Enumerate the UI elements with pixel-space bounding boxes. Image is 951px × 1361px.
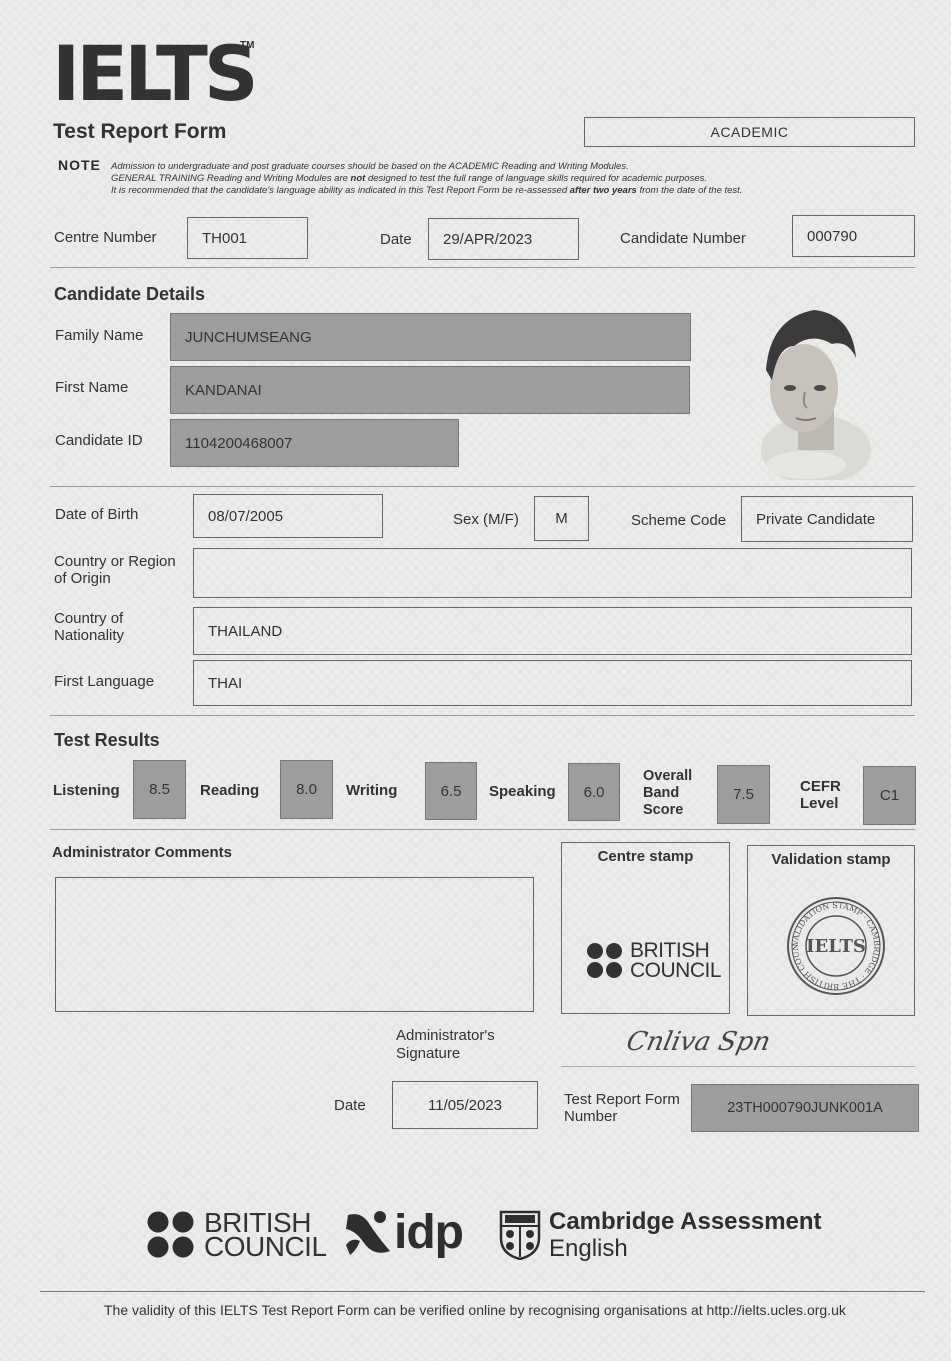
candidate-id-label: Candidate ID [55,432,143,449]
centre-number-field: TH001 [187,217,308,259]
cefr-level-value: C1 [863,766,916,825]
ielts-logo: IELTS [52,29,259,118]
divider [50,715,915,716]
first-language-field: THAI [193,660,912,706]
first-language-label: First Language [54,673,155,690]
validation-stamp-center-text: IELTS [806,936,866,957]
verification-text: The validity of this IELTS Test Report F… [104,1302,846,1318]
country-origin-field [193,548,912,598]
module-field: ACADEMIC [584,117,915,147]
overall-band-score: 7.5 [717,765,770,824]
trademark-mark: TM [240,40,255,51]
british-council-stamp: BRITISH COUNCIL [586,940,722,981]
form-title: Test Report Form [53,120,227,143]
listening-label: Listening [53,782,120,799]
british-council-dots-icon [587,943,622,978]
validation-stamp-seal-icon: VALIDATION STAMP · CAMBRIDGE · THE BRITI… [784,894,885,995]
speaking-score: 6.0 [568,763,620,821]
trf-number-label: Test Report Form Number [564,1091,680,1125]
idp-logo: idp [344,1207,464,1259]
admin-comments-label: Administrator Comments [52,844,233,861]
note-text: Admission to undergraduate and post grad… [111,161,851,197]
sex-field: M [534,496,589,541]
idp-mark-icon [346,1211,390,1255]
nationality-field: THAILAND [193,607,912,655]
divider [50,267,915,268]
first-name-field: KANDANAI [170,366,690,414]
cefr-level-label: CEFR Level [800,778,841,812]
issue-date-label: Date [334,1097,366,1114]
sex-label: Sex (M/F) [453,511,519,528]
overall-band-label: Overall Band Score [643,768,693,818]
candidate-photo [761,310,871,480]
centre-stamp-box: Centre stamp BRITISH COUNCIL [561,842,730,1014]
note-label: NOTE [58,157,101,173]
dob-label: Date of Birth [55,506,139,523]
reading-score: 8.0 [280,760,333,819]
listening-score: 8.5 [133,760,186,819]
test-date-field: 29/APR/2023 [428,218,579,260]
family-name-label: Family Name [55,327,144,344]
validation-stamp-label: Validation stamp [771,851,891,868]
admin-signature-label: Administrator's Signature [396,1027,495,1062]
scheme-code-label: Scheme Code [631,512,727,529]
cambridge-assessment-logo: Cambridge Assessment English [499,1208,822,1262]
validation-stamp-box: Validation stamp VALIDATION STAMP · CAMB… [747,845,915,1016]
admin-signature: Cnliva Spn [623,1027,774,1057]
footer-divider [40,1291,925,1292]
writing-label: Writing [346,782,398,799]
issue-date-field: 11/05/2023 [392,1081,538,1129]
first-name-label: First Name [55,379,129,396]
speaking-label: Speaking [489,783,556,800]
nationality-label: Country of Nationality [54,610,125,644]
test-date-label: Date [380,231,412,248]
dob-field: 08/07/2005 [193,494,383,538]
signature-line [561,1066,915,1067]
admin-comments-field [55,877,534,1012]
writing-score: 6.5 [425,762,477,820]
candidate-number-field: 000790 [792,215,915,257]
note-line-1: Admission to undergraduate and post grad… [111,161,629,172]
cambridge-shield-icon [499,1210,541,1260]
divider [50,486,915,487]
family-name-field: JUNCHUMSEANG [170,313,691,361]
divider [50,829,915,830]
candidate-number-label: Candidate Number [620,230,746,247]
centre-number-label: Centre Number [54,229,157,246]
note-line-2: GENERAL TRAINING Reading and Writing Mod… [111,173,708,184]
note-line-3: It is recommended that the candidate's l… [111,185,743,196]
british-council-dots-icon [147,1211,194,1258]
scheme-code-field: Private Candidate [741,496,913,542]
trf-number-field: 23TH000790JUNK001A [691,1084,919,1132]
candidate-details-heading: Candidate Details [54,284,206,304]
country-origin-label: Country or Region of Origin [54,553,176,587]
test-results-heading: Test Results [54,730,160,750]
centre-stamp-label: Centre stamp [597,848,694,865]
british-council-logo: BRITISH COUNCIL [147,1209,327,1261]
test-report-form-page: IELTS TM Test Report Form ACADEMIC NOTE … [0,0,951,1361]
reading-label: Reading [200,782,260,799]
candidate-id-field: 1104200468007 [170,419,459,467]
